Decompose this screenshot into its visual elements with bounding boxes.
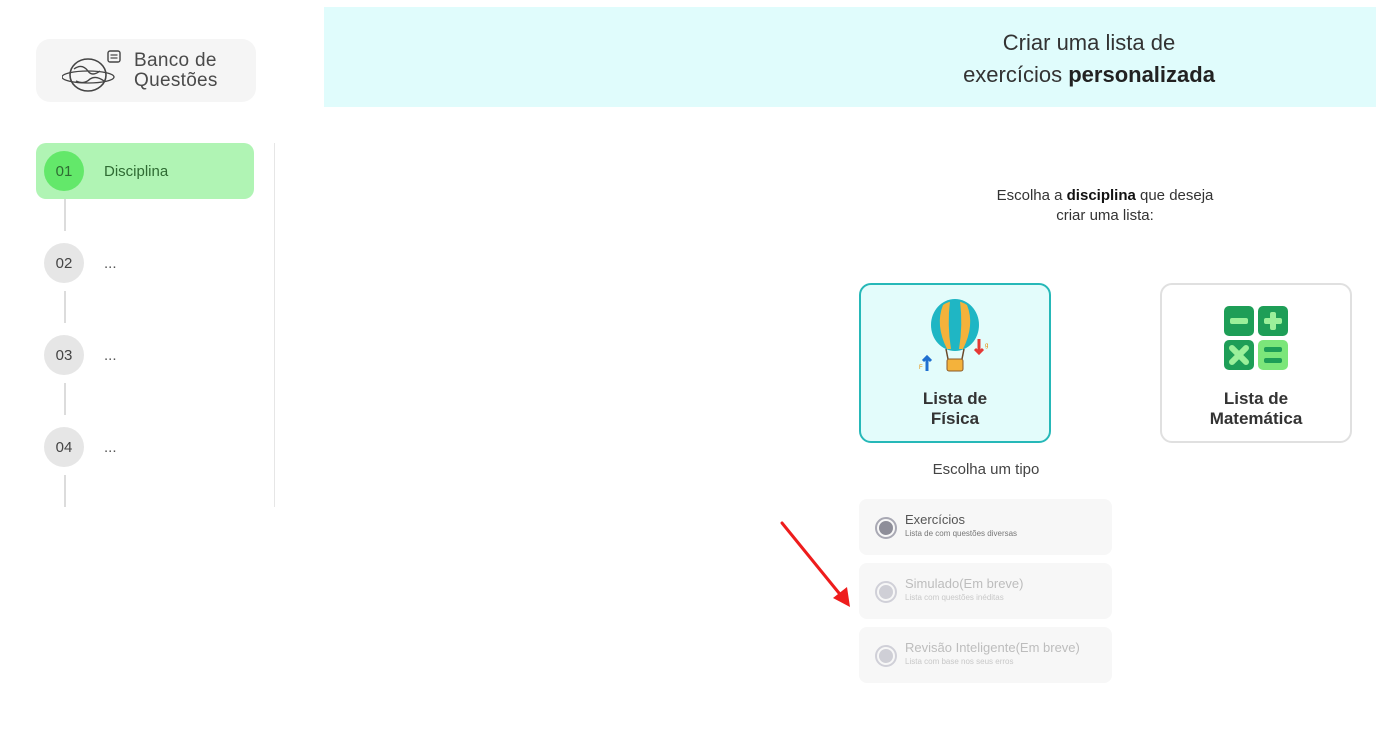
card-label: Lista de Física <box>923 389 987 429</box>
title-bold: personalizada <box>1068 62 1215 87</box>
step-label: ... <box>104 346 117 364</box>
card-label: Lista de Matemática <box>1210 389 1303 429</box>
logo[interactable]: Banco de Questões <box>36 39 256 102</box>
option-title: Simulado(Em breve) <box>905 576 1024 591</box>
step-2[interactable]: 02 ... <box>36 235 254 291</box>
type-title: Escolha um tipo <box>932 461 1040 478</box>
sidebar-divider <box>274 143 275 507</box>
card-lista-matematica[interactable]: Lista de Matemática <box>1160 283 1352 443</box>
option-subtitle: Lista com base nos seus erros <box>905 657 1014 666</box>
title-line1: Criar uma lista de <box>1002 30 1176 55</box>
globe-chat-icon <box>62 49 121 92</box>
step-3[interactable]: 03 ... <box>36 327 254 383</box>
prompt-suffix: que deseja <box>1135 187 1214 204</box>
option-title: Exercícios <box>905 512 965 527</box>
title-line2: exercícios personalizada <box>924 59 1254 91</box>
option-title: Revisão Inteligente(Em breve) <box>905 640 1080 655</box>
prompt-prefix: Escolha a <box>996 187 1067 204</box>
step-number: 01 <box>44 151 84 191</box>
svg-text:g: g <box>985 343 988 349</box>
option-subtitle: Lista com questões inéditas <box>905 593 1004 602</box>
option-exercicios[interactable]: Exercícios Lista de com questões diversa… <box>859 499 1112 555</box>
step-number: 03 <box>44 335 84 375</box>
radio-dot <box>879 649 893 663</box>
header-banner: Criar uma lista de exercícios personaliz… <box>324 7 1376 107</box>
card-label-line2: Matemática <box>1209 409 1303 428</box>
discipline-prompt: Escolha a disciplina que deseja criar um… <box>960 186 1250 226</box>
step-label: Disciplina <box>104 162 169 180</box>
logo-line2: Questões <box>134 69 218 91</box>
card-label-line2: Física <box>930 409 980 428</box>
prompt-bold: disciplina <box>1066 187 1136 204</box>
step-1-disciplina[interactable]: 01 Disciplina <box>36 143 254 199</box>
radio-button[interactable] <box>875 581 897 603</box>
hot-air-balloon-icon: g F <box>913 297 997 379</box>
option-subtitle: Lista de com questões diversas <box>905 529 1018 538</box>
step-number: 04 <box>44 427 84 467</box>
step-number: 02 <box>44 243 84 283</box>
step-label: ... <box>104 254 117 272</box>
option-revisao-inteligente[interactable]: Revisão Inteligente(Em breve) Lista com … <box>859 627 1112 683</box>
step-connector <box>64 291 66 323</box>
option-simulado[interactable]: Simulado(Em breve) Lista com questões in… <box>859 563 1112 619</box>
title-plain: exercícios <box>963 62 1069 87</box>
prompt-line2: criar uma lista: <box>1056 207 1154 224</box>
logo-line1: Banco de <box>134 49 217 71</box>
radio-button[interactable] <box>875 517 897 539</box>
radio-dot <box>879 521 893 535</box>
page-title: Criar uma lista de exercícios personaliz… <box>924 27 1254 91</box>
card-label-line1: Lista de <box>1223 389 1289 408</box>
step-connector <box>64 383 66 415</box>
card-label-line1: Lista de <box>922 389 988 408</box>
radio-button[interactable] <box>875 645 897 667</box>
card-lista-fisica[interactable]: g F Lista de Física <box>859 283 1051 443</box>
math-operators-icon <box>1223 297 1289 379</box>
annotation-arrow-icon <box>780 521 850 607</box>
step-connector <box>64 199 66 231</box>
svg-text:F: F <box>919 365 923 371</box>
step-connector <box>64 475 66 507</box>
prompt-line1: Escolha a disciplina que deseja <box>960 186 1250 206</box>
radio-dot <box>879 585 893 599</box>
step-label: ... <box>104 438 117 456</box>
step-4[interactable]: 04 ... <box>36 419 254 475</box>
